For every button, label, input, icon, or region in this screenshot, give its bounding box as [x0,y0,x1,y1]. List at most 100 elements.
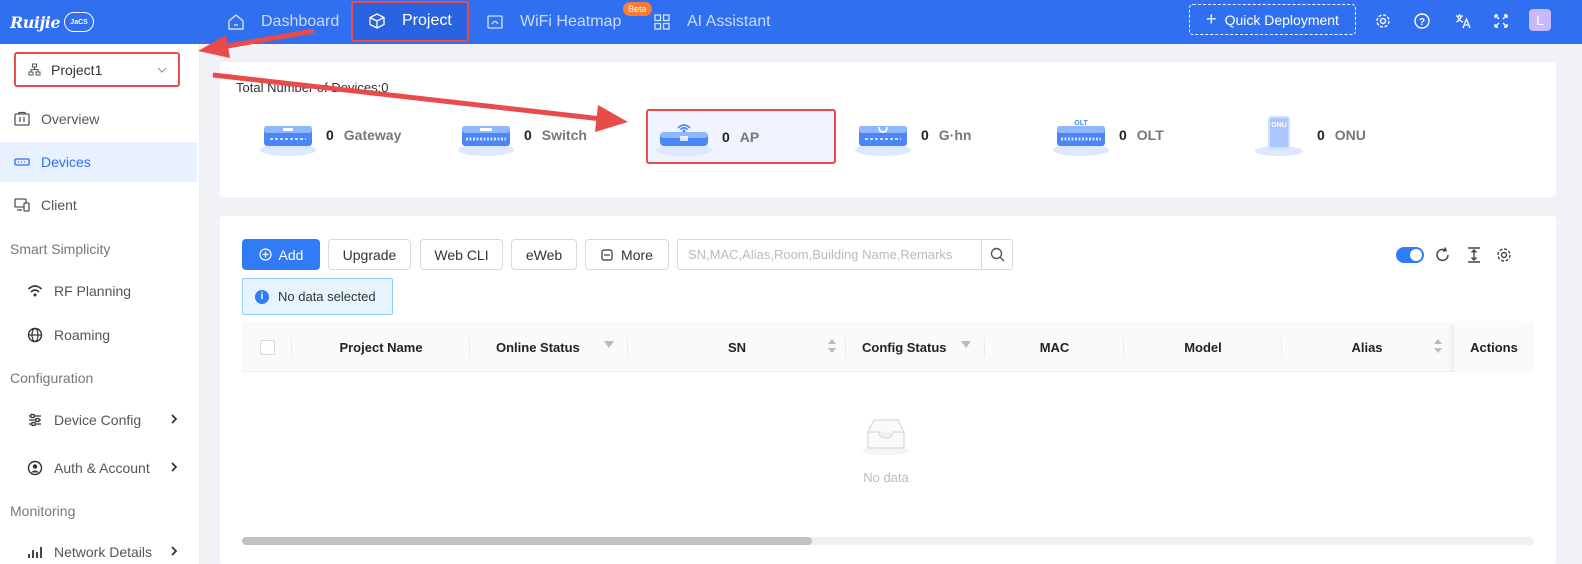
view-toggle-switch[interactable] [1396,247,1424,263]
sidebar-item-device-config[interactable]: Device Config [0,400,197,440]
project-tree-icon [28,63,41,76]
sidebar: Project1 Overview Devices Client Smart S… [0,44,200,564]
heatmap-icon [486,13,504,31]
select-all-checkbox[interactable] [259,339,275,355]
column-mac[interactable]: MAC [985,322,1124,372]
sidebar-item-label: Overview [41,111,100,127]
sidebar-item-devices[interactable]: Devices [0,142,197,182]
upgrade-button[interactable]: Upgrade [328,239,411,270]
total-devices-label: Total Number of Devices:0 [236,80,389,95]
column-label: Config Status [862,339,947,355]
eweb-button[interactable]: eWeb [511,239,577,270]
chevron-right-icon [169,545,179,559]
switch-device-icon [456,112,516,158]
help-icon[interactable]: ? [1412,11,1432,31]
column-label: Project Name [339,339,423,355]
svg-text:ONU: ONU [1271,122,1287,129]
device-count: 0 [524,126,532,143]
nav-dashboard-label: Dashboard [261,13,340,30]
svg-text:OLT: OLT [1074,120,1088,127]
sidebar-item-roaming[interactable]: Roaming [0,315,197,355]
scrollbar-thumb[interactable] [242,537,812,545]
olt-device-icon: OLT [1051,112,1111,158]
device-card-onu[interactable]: ONU 0 ONU [1249,107,1439,162]
empty-state-text: No data [863,470,909,485]
svg-text:?: ? [1419,17,1425,28]
sidebar-group-monitoring: Monitoring [10,503,76,519]
filter-icon[interactable] [604,341,614,348]
sidebar-group-smart-simplicity: Smart Simplicity [10,241,111,257]
device-card-switch[interactable]: 0 Switch [456,107,646,162]
sidebar-item-network-details[interactable]: Network Details [0,532,197,564]
nav-wifi-heatmap-label: WiFi Heatmap [520,13,622,30]
highlight-box-project-nav [351,1,469,42]
sidebar-item-label: Devices [41,154,91,170]
web-cli-button[interactable]: Web CLI [420,239,503,270]
web-cli-button-label: Web CLI [434,246,489,263]
brand-name: Ruijie [10,12,61,32]
chevron-down-icon [156,63,168,79]
device-list-panel: Add Upgrade Web CLI eWeb More i No data … [220,216,1556,564]
beta-badge: Beta [623,2,652,16]
device-card-olt[interactable]: OLT 0 OLT [1051,107,1241,162]
nav-dashboard[interactable]: Dashboard [227,0,339,44]
client-icon [14,197,30,213]
column-online-status[interactable]: Online Status [470,322,628,372]
more-icon [601,248,613,261]
nav-wifi-heatmap[interactable]: WiFi Heatmap [486,0,621,44]
column-model[interactable]: Model [1124,322,1282,372]
quick-deployment-button[interactable]: + Quick Deployment [1189,4,1356,35]
search-icon [990,247,1005,262]
device-type-name: Gateway [343,126,402,143]
devices-icon [14,154,30,170]
settings-gear-icon[interactable] [1373,11,1393,31]
column-label: Alias [1351,339,1383,355]
more-button[interactable]: More [585,239,669,270]
sidebar-item-label: Client [41,197,77,213]
column-project-name[interactable]: Project Name [292,322,470,372]
user-circle-icon [27,460,43,476]
device-type-name: Switch [541,126,587,143]
sidebar-item-auth-account[interactable]: Auth & Account [0,448,197,488]
column-label: SN [727,339,747,355]
language-icon[interactable] [1453,11,1473,31]
sliders-icon [27,412,43,428]
sort-icon[interactable] [1434,339,1444,355]
device-count: 0 [326,126,334,143]
project-selector-value: Project1 [51,61,103,78]
fullscreen-icon[interactable] [1491,11,1511,31]
device-card-gateway[interactable]: 0 Gateway [258,107,448,162]
select-all-cell [242,322,292,372]
refresh-icon[interactable] [1433,245,1453,265]
device-type-name: ONU [1334,126,1366,143]
device-count: 0 [722,128,730,145]
add-button[interactable]: Add [242,239,320,270]
search-button[interactable] [981,240,1012,269]
column-alias[interactable]: Alias [1282,322,1452,372]
sidebar-item-rf-planning[interactable]: RF Planning [0,271,197,311]
column-sn[interactable]: SN [628,322,846,372]
horizontal-scrollbar[interactable] [242,537,1534,545]
filter-icon[interactable] [961,341,971,348]
sidebar-item-client[interactable]: Client [0,185,197,225]
ruijie-logo[interactable]: Ruijie JaCS [10,9,95,35]
sidebar-item-label: RF Planning [54,283,132,299]
sort-icon[interactable] [828,339,838,355]
device-card-ghn[interactable]: 0 G·hn [853,107,1043,162]
overview-icon [14,111,30,127]
ghn-device-icon [853,112,913,158]
device-card-ap[interactable]: 0 AP [646,109,836,164]
column-height-icon[interactable] [1464,245,1484,265]
device-count: 0 [1119,126,1127,143]
eweb-button-label: eWeb [525,246,563,263]
column-actions: Actions [1454,322,1534,372]
project-selector[interactable]: Project1 [14,52,180,87]
search-input[interactable] [678,240,978,269]
table-settings-icon[interactable] [1494,245,1514,265]
column-config-status[interactable]: Config Status [846,322,985,372]
gateway-device-icon [258,112,318,158]
nav-ai-assistant[interactable]: AI Assistant [653,0,771,44]
ap-device-icon [654,114,714,160]
sidebar-item-overview[interactable]: Overview [0,99,197,139]
user-avatar[interactable]: L [1529,9,1551,31]
